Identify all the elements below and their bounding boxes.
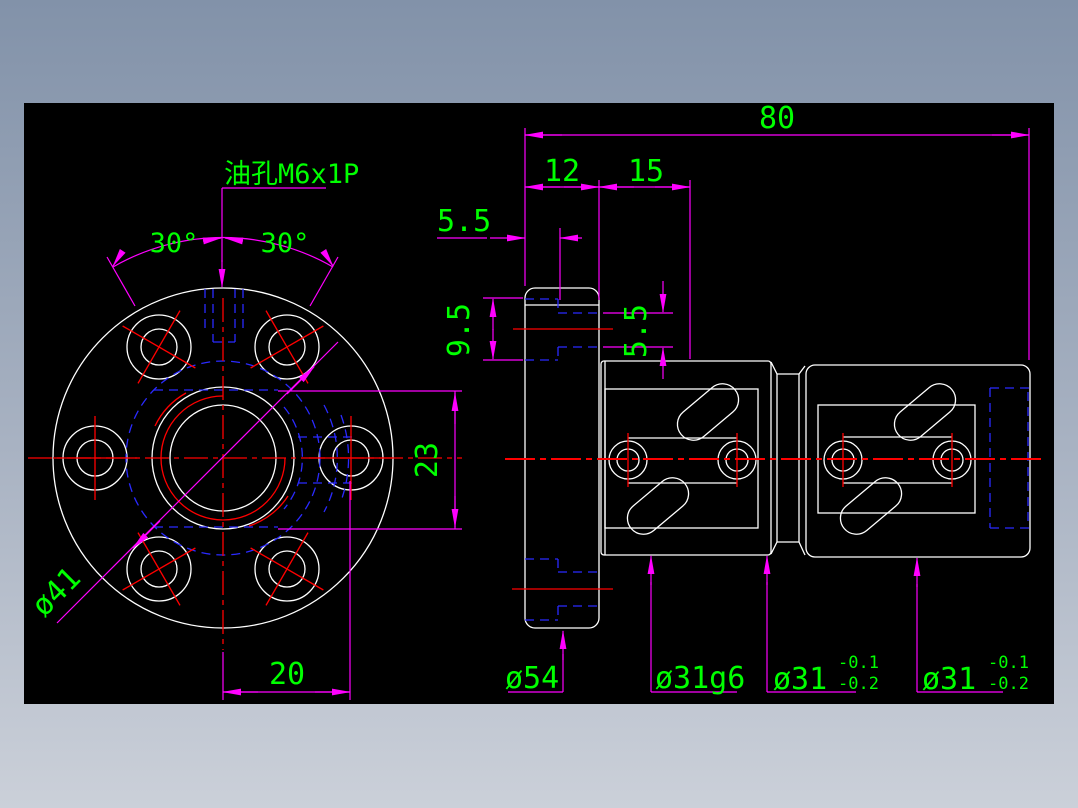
angle-right-label: 30° (261, 228, 310, 259)
center-offset-label: 20 (269, 657, 305, 692)
dimensions (56, 128, 1030, 700)
overall-length-label: 80 (759, 101, 795, 136)
counterbore-dia-label: 9.5 (442, 303, 477, 357)
cad-drawing: 油孔M6x1P 30° 30° ø41 20 23 80 12 15 5.5 9… (25, 101, 1042, 700)
mid-tol-lower: -0.2 (838, 674, 879, 694)
end-tol-lower: -0.2 (988, 674, 1029, 694)
mid-dia-value: ø31 (773, 662, 827, 697)
flat-width-label: 23 (410, 442, 445, 478)
end-dia-callout: ø31 -0.1 -0.2 (922, 653, 1029, 697)
neck-length-label: 15 (628, 154, 664, 189)
oil-hole-label: 油孔M6x1P (224, 159, 359, 190)
flange-thickness-label: 12 (544, 154, 580, 189)
end-dia-value: ø31 (922, 662, 976, 697)
end-tol-upper: -0.1 (988, 653, 1029, 673)
flange-dia-label: ø54 (505, 661, 559, 696)
bolt-hole-dia-label: 5.5 (619, 304, 654, 358)
mid-tol-upper: -0.1 (838, 653, 879, 673)
body-dia-label: ø31g6 (655, 661, 745, 696)
angle-left-label: 30° (150, 228, 199, 259)
counterbore-depth-label: 5.5 (437, 204, 491, 239)
mid-dia-callout: ø31 -0.1 -0.2 (773, 653, 879, 697)
bolt-circle-dia-label: ø41 (25, 561, 88, 624)
front-view-centerlines (28, 298, 462, 650)
